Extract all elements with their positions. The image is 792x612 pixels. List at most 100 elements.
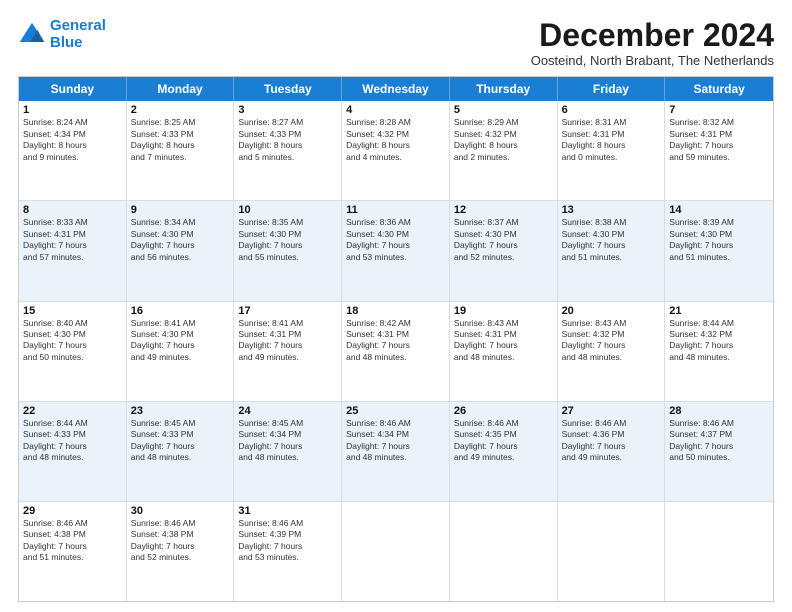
calendar-day-header: Wednesday: [342, 77, 450, 101]
calendar-day-cell: 6Sunrise: 8:31 AMSunset: 4:31 PMDaylight…: [558, 101, 666, 200]
calendar-empty-cell: [665, 502, 773, 601]
day-number: 31: [238, 505, 337, 517]
day-number: 9: [131, 204, 230, 216]
day-content: Sunrise: 8:46 AMSunset: 4:39 PMDaylight:…: [238, 518, 337, 564]
day-content: Sunrise: 8:27 AMSunset: 4:33 PMDaylight:…: [238, 117, 337, 163]
day-content: Sunrise: 8:45 AMSunset: 4:34 PMDaylight:…: [238, 418, 337, 464]
day-number: 12: [454, 204, 553, 216]
calendar-day-cell: 4Sunrise: 8:28 AMSunset: 4:32 PMDaylight…: [342, 101, 450, 200]
calendar-empty-cell: [342, 502, 450, 601]
day-number: 15: [23, 305, 122, 317]
calendar-week: 1Sunrise: 8:24 AMSunset: 4:34 PMDaylight…: [19, 101, 773, 200]
day-number: 7: [669, 104, 769, 116]
day-number: 30: [131, 505, 230, 517]
day-content: Sunrise: 8:46 AMSunset: 4:37 PMDaylight:…: [669, 418, 769, 464]
calendar-week: 29Sunrise: 8:46 AMSunset: 4:38 PMDayligh…: [19, 501, 773, 601]
day-content: Sunrise: 8:42 AMSunset: 4:31 PMDaylight:…: [346, 318, 445, 364]
day-content: Sunrise: 8:36 AMSunset: 4:30 PMDaylight:…: [346, 217, 445, 263]
day-number: 4: [346, 104, 445, 116]
day-number: 3: [238, 104, 337, 116]
title-section: December 2024 Oosteind, North Brabant, T…: [531, 18, 774, 68]
day-number: 18: [346, 305, 445, 317]
day-number: 5: [454, 104, 553, 116]
day-number: 19: [454, 305, 553, 317]
calendar-day-cell: 7Sunrise: 8:32 AMSunset: 4:31 PMDaylight…: [665, 101, 773, 200]
calendar-day-cell: 19Sunrise: 8:43 AMSunset: 4:31 PMDayligh…: [450, 302, 558, 401]
calendar-empty-cell: [450, 502, 558, 601]
day-content: Sunrise: 8:46 AMSunset: 4:38 PMDaylight:…: [23, 518, 122, 564]
calendar-week: 8Sunrise: 8:33 AMSunset: 4:31 PMDaylight…: [19, 200, 773, 300]
calendar-week: 22Sunrise: 8:44 AMSunset: 4:33 PMDayligh…: [19, 401, 773, 501]
calendar: SundayMondayTuesdayWednesdayThursdayFrid…: [18, 76, 774, 602]
calendar-week: 15Sunrise: 8:40 AMSunset: 4:30 PMDayligh…: [19, 301, 773, 401]
day-content: Sunrise: 8:46 AMSunset: 4:35 PMDaylight:…: [454, 418, 553, 464]
calendar-day-cell: 17Sunrise: 8:41 AMSunset: 4:31 PMDayligh…: [234, 302, 342, 401]
calendar-day-header: Thursday: [450, 77, 558, 101]
day-content: Sunrise: 8:43 AMSunset: 4:32 PMDaylight:…: [562, 318, 661, 364]
day-content: Sunrise: 8:38 AMSunset: 4:30 PMDaylight:…: [562, 217, 661, 263]
day-content: Sunrise: 8:28 AMSunset: 4:32 PMDaylight:…: [346, 117, 445, 163]
day-content: Sunrise: 8:44 AMSunset: 4:33 PMDaylight:…: [23, 418, 122, 464]
calendar-body: 1Sunrise: 8:24 AMSunset: 4:34 PMDaylight…: [19, 101, 773, 601]
calendar-day-cell: 18Sunrise: 8:42 AMSunset: 4:31 PMDayligh…: [342, 302, 450, 401]
calendar-day-cell: 5Sunrise: 8:29 AMSunset: 4:32 PMDaylight…: [450, 101, 558, 200]
calendar-day-cell: 2Sunrise: 8:25 AMSunset: 4:33 PMDaylight…: [127, 101, 235, 200]
day-number: 14: [669, 204, 769, 216]
calendar-day-cell: 23Sunrise: 8:45 AMSunset: 4:33 PMDayligh…: [127, 402, 235, 501]
day-content: Sunrise: 8:37 AMSunset: 4:30 PMDaylight:…: [454, 217, 553, 263]
calendar-day-cell: 24Sunrise: 8:45 AMSunset: 4:34 PMDayligh…: [234, 402, 342, 501]
subtitle: Oosteind, North Brabant, The Netherlands: [531, 53, 774, 68]
day-number: 20: [562, 305, 661, 317]
day-content: Sunrise: 8:39 AMSunset: 4:30 PMDaylight:…: [669, 217, 769, 263]
calendar-day-cell: 14Sunrise: 8:39 AMSunset: 4:30 PMDayligh…: [665, 201, 773, 300]
calendar-day-header: Sunday: [19, 77, 127, 101]
day-number: 29: [23, 505, 122, 517]
day-number: 11: [346, 204, 445, 216]
calendar-day-cell: 3Sunrise: 8:27 AMSunset: 4:33 PMDaylight…: [234, 101, 342, 200]
logo-icon: [18, 21, 46, 49]
day-content: Sunrise: 8:41 AMSunset: 4:31 PMDaylight:…: [238, 318, 337, 364]
day-content: Sunrise: 8:45 AMSunset: 4:33 PMDaylight:…: [131, 418, 230, 464]
day-number: 1: [23, 104, 122, 116]
main-title: December 2024: [531, 18, 774, 53]
calendar-day-cell: 15Sunrise: 8:40 AMSunset: 4:30 PMDayligh…: [19, 302, 127, 401]
day-content: Sunrise: 8:33 AMSunset: 4:31 PMDaylight:…: [23, 217, 122, 263]
calendar-day-cell: 30Sunrise: 8:46 AMSunset: 4:38 PMDayligh…: [127, 502, 235, 601]
day-content: Sunrise: 8:32 AMSunset: 4:31 PMDaylight:…: [669, 117, 769, 163]
calendar-day-cell: 16Sunrise: 8:41 AMSunset: 4:30 PMDayligh…: [127, 302, 235, 401]
logo: General Blue: [18, 18, 106, 51]
day-number: 27: [562, 405, 661, 417]
calendar-day-cell: 27Sunrise: 8:46 AMSunset: 4:36 PMDayligh…: [558, 402, 666, 501]
calendar-day-header: Friday: [558, 77, 666, 101]
day-number: 25: [346, 405, 445, 417]
calendar-day-cell: 8Sunrise: 8:33 AMSunset: 4:31 PMDaylight…: [19, 201, 127, 300]
day-content: Sunrise: 8:46 AMSunset: 4:38 PMDaylight:…: [131, 518, 230, 564]
calendar-header: SundayMondayTuesdayWednesdayThursdayFrid…: [19, 77, 773, 101]
day-number: 24: [238, 405, 337, 417]
day-number: 6: [562, 104, 661, 116]
calendar-day-cell: 20Sunrise: 8:43 AMSunset: 4:32 PMDayligh…: [558, 302, 666, 401]
day-content: Sunrise: 8:25 AMSunset: 4:33 PMDaylight:…: [131, 117, 230, 163]
calendar-day-header: Tuesday: [234, 77, 342, 101]
page: General Blue December 2024 Oosteind, Nor…: [0, 0, 792, 612]
calendar-day-cell: 11Sunrise: 8:36 AMSunset: 4:30 PMDayligh…: [342, 201, 450, 300]
day-content: Sunrise: 8:46 AMSunset: 4:34 PMDaylight:…: [346, 418, 445, 464]
calendar-day-cell: 31Sunrise: 8:46 AMSunset: 4:39 PMDayligh…: [234, 502, 342, 601]
day-number: 8: [23, 204, 122, 216]
day-content: Sunrise: 8:41 AMSunset: 4:30 PMDaylight:…: [131, 318, 230, 364]
day-number: 10: [238, 204, 337, 216]
header: General Blue December 2024 Oosteind, Nor…: [18, 18, 774, 68]
day-content: Sunrise: 8:46 AMSunset: 4:36 PMDaylight:…: [562, 418, 661, 464]
calendar-day-cell: 25Sunrise: 8:46 AMSunset: 4:34 PMDayligh…: [342, 402, 450, 501]
calendar-day-cell: 29Sunrise: 8:46 AMSunset: 4:38 PMDayligh…: [19, 502, 127, 601]
calendar-day-cell: 26Sunrise: 8:46 AMSunset: 4:35 PMDayligh…: [450, 402, 558, 501]
calendar-empty-cell: [558, 502, 666, 601]
day-content: Sunrise: 8:29 AMSunset: 4:32 PMDaylight:…: [454, 117, 553, 163]
calendar-day-cell: 13Sunrise: 8:38 AMSunset: 4:30 PMDayligh…: [558, 201, 666, 300]
day-number: 21: [669, 305, 769, 317]
day-number: 16: [131, 305, 230, 317]
day-number: 2: [131, 104, 230, 116]
logo-line2: Blue: [50, 34, 83, 51]
calendar-day-cell: 28Sunrise: 8:46 AMSunset: 4:37 PMDayligh…: [665, 402, 773, 501]
logo-text: General Blue: [50, 18, 106, 51]
